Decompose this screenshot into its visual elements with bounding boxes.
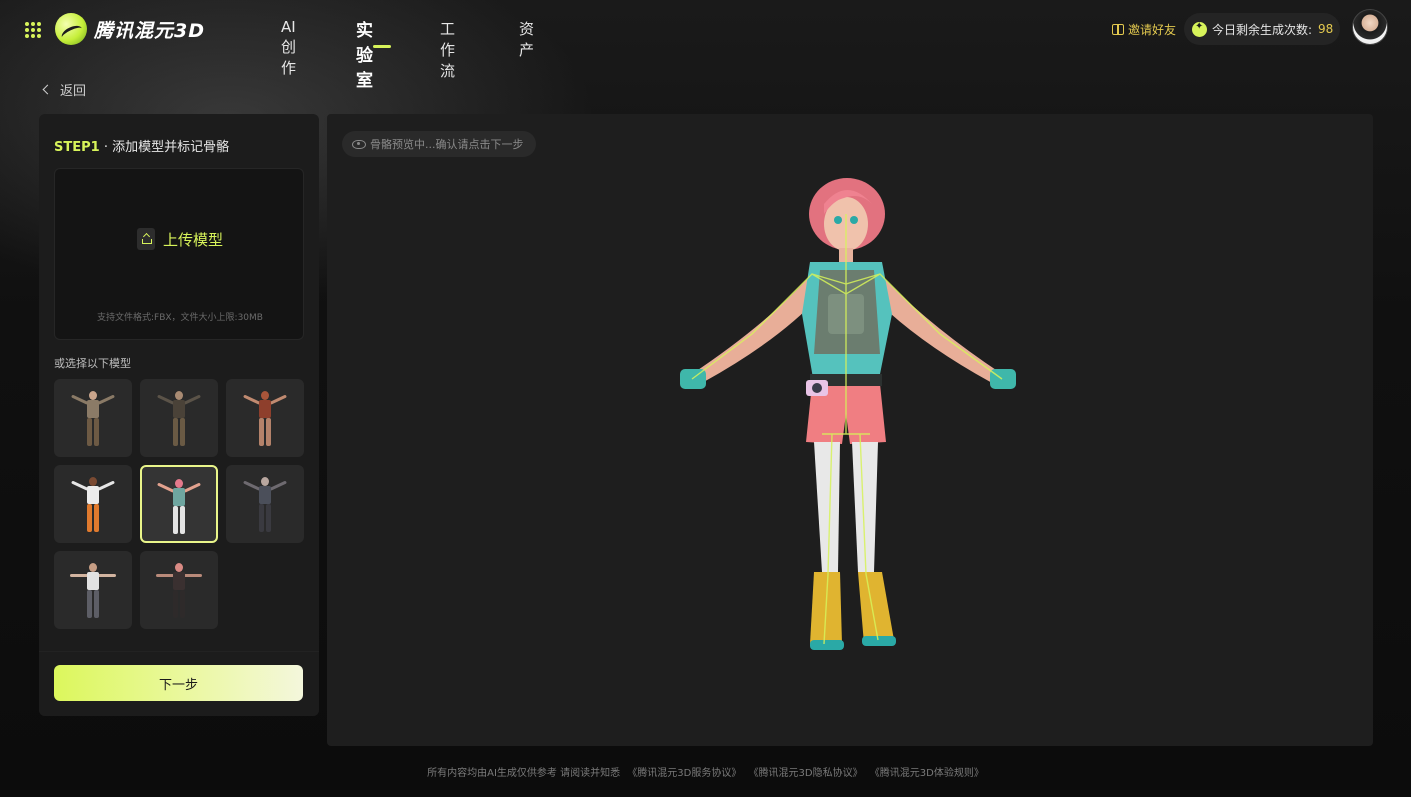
model-figure bbox=[238, 391, 292, 449]
preset-models-label: 或选择以下模型 bbox=[54, 357, 131, 370]
hunyuan-logo-icon[interactable] bbox=[55, 13, 87, 45]
character-model-render[interactable] bbox=[672, 174, 1022, 674]
chevron-left-icon bbox=[42, 84, 53, 95]
preset-model-8[interactable] bbox=[140, 551, 218, 629]
preset-model-7[interactable] bbox=[54, 551, 132, 629]
invite-label: 邀请好友 bbox=[1128, 23, 1177, 37]
upload-dropzone[interactable]: 上传模型 支持文件格式:FBX，文件大小上限:30MB bbox=[54, 168, 304, 340]
panel-footer: 下一步 bbox=[39, 651, 319, 716]
preset-model-6[interactable] bbox=[226, 465, 304, 543]
skeleton-preview-hint: 骨骼预览中...确认请点击下一步 bbox=[342, 131, 536, 157]
sparkle-icon bbox=[1192, 21, 1207, 37]
preset-model-1[interactable] bbox=[54, 379, 132, 457]
model-figure bbox=[66, 391, 120, 449]
model-figure bbox=[152, 391, 206, 449]
preset-model-4[interactable] bbox=[54, 465, 132, 543]
service-agreement-link[interactable]: 《腾讯混元3D服务协议》 bbox=[627, 768, 741, 779]
model-figure bbox=[66, 477, 120, 535]
preview-hint-text: 骨骼预览中...确认请点击下一步 bbox=[370, 138, 524, 151]
upload-model-button[interactable]: 上传模型 bbox=[137, 228, 223, 250]
step-title: STEP1 · 添加模型并标记骨骼 bbox=[54, 136, 229, 155]
next-step-button[interactable]: 下一步 bbox=[54, 665, 303, 701]
top-bar: 腾讯混元3D AI创作 实验室 工作流 资产 邀请好友 今日剩余生成次数: 98 bbox=[0, 0, 1411, 91]
model-figure bbox=[238, 477, 292, 535]
invite-friends-link[interactable]: 邀请好友 bbox=[1112, 21, 1176, 38]
footer-disclaimer: 所有内容均由AI生成仅供参考 请阅读并知悉 《腾讯混元3D服务协议》 《腾讯混元… bbox=[0, 764, 1411, 779]
nav-item-workflow[interactable]: 工作流 bbox=[440, 18, 455, 81]
user-avatar[interactable] bbox=[1352, 9, 1388, 45]
quota-label: 今日剩余生成次数: bbox=[1212, 22, 1313, 37]
step-description: 添加模型并标记骨骼 bbox=[112, 140, 230, 155]
step-number: STEP1 bbox=[54, 140, 100, 155]
preset-model-3[interactable] bbox=[226, 379, 304, 457]
model-viewport[interactable]: 骨骼预览中...确认请点击下一步 bbox=[327, 114, 1373, 746]
nav-item-assets[interactable]: 资产 bbox=[519, 18, 534, 60]
experience-rules-link[interactable]: 《腾讯混元3D体验规则》 bbox=[870, 768, 984, 779]
preset-model-5-selected[interactable] bbox=[140, 465, 218, 543]
grid-dots-icon[interactable] bbox=[25, 22, 41, 38]
upload-label: 上传模型 bbox=[163, 230, 224, 249]
model-figure bbox=[152, 563, 206, 621]
daily-quota-badge: 今日剩余生成次数: 98 bbox=[1184, 13, 1340, 45]
back-button[interactable]: 返回 bbox=[42, 80, 86, 99]
nav-active-indicator bbox=[373, 45, 391, 48]
back-label: 返回 bbox=[60, 84, 87, 99]
model-figure bbox=[152, 479, 206, 537]
model-figure bbox=[66, 563, 120, 621]
nav-item-ai-create[interactable]: AI创作 bbox=[281, 18, 296, 78]
quota-value: 98 bbox=[1318, 22, 1334, 36]
nav-item-lab[interactable]: 实验室 bbox=[356, 16, 373, 91]
eye-icon bbox=[352, 139, 366, 149]
disclaimer-text: 所有内容均由AI生成仅供参考 请阅读并知悉 bbox=[427, 768, 621, 779]
gift-icon bbox=[1112, 24, 1124, 35]
privacy-agreement-link[interactable]: 《腾讯混元3D隐私协议》 bbox=[749, 768, 863, 779]
preset-model-2[interactable] bbox=[140, 379, 218, 457]
brand-name[interactable]: 腾讯混元3D bbox=[94, 16, 205, 43]
step-separator: · bbox=[103, 140, 108, 155]
upload-hint: 支持文件格式:FBX，文件大小上限:30MB bbox=[97, 313, 263, 323]
upload-icon bbox=[137, 228, 155, 250]
model-setup-panel: STEP1 · 添加模型并标记骨骼 上传模型 支持文件格式:FBX，文件大小上限… bbox=[39, 114, 319, 716]
